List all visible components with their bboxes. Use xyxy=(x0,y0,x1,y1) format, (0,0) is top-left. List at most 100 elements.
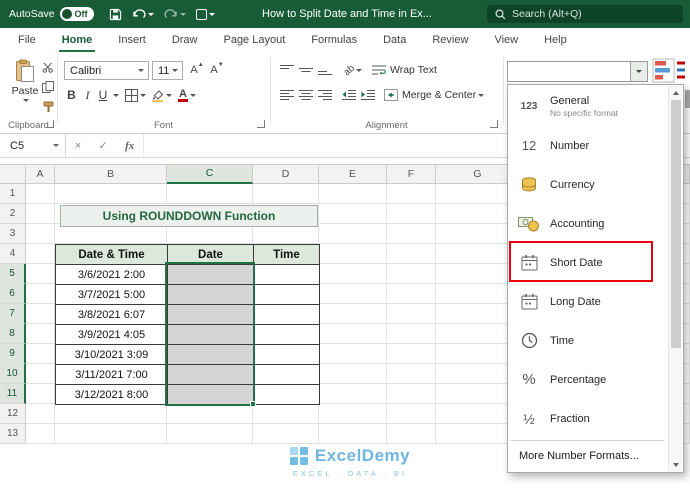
cut-button[interactable] xyxy=(42,62,54,76)
cell-a6[interactable] xyxy=(26,284,55,304)
row-header-13[interactable]: 13 xyxy=(0,424,26,444)
cell-c12[interactable] xyxy=(167,404,253,424)
cell-f1[interactable] xyxy=(387,184,436,204)
cell-f5[interactable] xyxy=(387,264,436,284)
cell-e10[interactable] xyxy=(319,364,387,384)
font-name-combo[interactable]: Calibri xyxy=(64,61,149,80)
column-header-e[interactable]: E xyxy=(319,165,387,184)
row-header-2[interactable]: 2 xyxy=(0,204,26,224)
cell-d12[interactable] xyxy=(253,404,319,424)
row-header-6[interactable]: 6 xyxy=(0,284,26,304)
cell-a2[interactable] xyxy=(26,204,55,224)
cell-d13[interactable] xyxy=(253,424,319,444)
table-cell-b5[interactable]: 3/6/2021 2:00 xyxy=(56,265,168,285)
cell-a13[interactable] xyxy=(26,424,55,444)
increase-font-size-button[interactable]: A▲ xyxy=(188,61,206,79)
scrollbar-thumb[interactable] xyxy=(671,100,681,348)
row-header-10[interactable]: 10 xyxy=(0,364,26,384)
cell-d1[interactable] xyxy=(253,184,319,204)
align-right-button[interactable] xyxy=(316,86,333,104)
cell-e11[interactable] xyxy=(319,384,387,404)
cell-e4[interactable] xyxy=(319,244,387,264)
column-header-d[interactable]: D xyxy=(253,165,319,184)
underline-button[interactable]: U xyxy=(96,86,110,104)
tab-review[interactable]: Review xyxy=(419,28,481,52)
table-cell-c11[interactable] xyxy=(168,385,254,405)
row-header-12[interactable]: 12 xyxy=(0,404,26,424)
cell-f13[interactable] xyxy=(387,424,436,444)
tab-file[interactable]: File xyxy=(5,28,49,52)
cancel-button[interactable]: × xyxy=(75,140,81,152)
cell-b1[interactable] xyxy=(55,184,167,204)
borders-button[interactable] xyxy=(124,86,146,104)
cell-a1[interactable] xyxy=(26,184,55,204)
row-header-3[interactable]: 3 xyxy=(0,224,26,244)
column-header-f[interactable]: F xyxy=(387,165,436,184)
wrap-text-button[interactable]: Wrap Text xyxy=(372,61,437,79)
column-header-c[interactable]: C xyxy=(167,165,253,184)
bold-button[interactable]: B xyxy=(64,86,79,104)
insert-function-button[interactable]: fx xyxy=(125,140,134,152)
cell-f8[interactable] xyxy=(387,324,436,344)
decrease-indent-button[interactable] xyxy=(340,86,357,104)
font-size-combo[interactable]: 11 xyxy=(152,61,183,80)
format-option-time[interactable]: Time xyxy=(508,321,667,360)
cell-a4[interactable] xyxy=(26,244,55,264)
enter-button[interactable]: ✓ xyxy=(99,139,108,152)
cell-b13[interactable] xyxy=(55,424,167,444)
redo-button[interactable] xyxy=(159,8,191,20)
table-cell-c6[interactable] xyxy=(168,285,254,305)
format-painter-button[interactable] xyxy=(43,101,54,116)
cell-a11[interactable] xyxy=(26,384,55,404)
select-all-corner[interactable] xyxy=(0,165,26,184)
cell-c1[interactable] xyxy=(167,184,253,204)
row-header-8[interactable]: 8 xyxy=(0,324,26,344)
middle-align-button[interactable] xyxy=(297,61,314,79)
table-cell-d11[interactable] xyxy=(254,385,320,405)
tab-insert[interactable]: Insert xyxy=(105,28,159,52)
cell-e9[interactable] xyxy=(319,344,387,364)
font-dialog-launcher[interactable] xyxy=(257,120,265,128)
clipboard-dialog-launcher[interactable] xyxy=(46,120,54,128)
bottom-align-button[interactable] xyxy=(316,61,333,79)
decrease-font-size-button[interactable]: A▼ xyxy=(208,61,226,79)
table-cell-d9[interactable] xyxy=(254,345,320,365)
scroll-up-button[interactable] xyxy=(669,86,682,99)
cell-f7[interactable] xyxy=(387,304,436,324)
tab-page-layout[interactable]: Page Layout xyxy=(210,28,298,52)
merge-center-button[interactable]: Merge & Center xyxy=(384,86,484,104)
dropdown-scrollbar[interactable] xyxy=(668,86,682,471)
search-box[interactable]: Search (Alt+Q) xyxy=(487,5,683,23)
tab-view[interactable]: View xyxy=(481,28,531,52)
tab-data[interactable]: Data xyxy=(370,28,419,52)
cell-e1[interactable] xyxy=(319,184,387,204)
table-header-date-time[interactable]: Date & Time xyxy=(56,245,168,265)
undo-button[interactable] xyxy=(127,8,159,20)
table-header-time[interactable]: Time xyxy=(254,245,320,265)
tab-home[interactable]: Home xyxy=(49,28,106,52)
row-header-5[interactable]: 5 xyxy=(0,264,26,284)
top-align-button[interactable] xyxy=(278,61,295,79)
table-cell-b10[interactable]: 3/11/2021 7:00 xyxy=(56,365,168,385)
table-cell-b11[interactable]: 3/12/2021 8:00 xyxy=(56,385,168,405)
table-cell-d7[interactable] xyxy=(254,305,320,325)
column-header-a[interactable]: A xyxy=(26,165,55,184)
format-option-long-date[interactable]: Long Date xyxy=(508,282,667,321)
tab-help[interactable]: Help xyxy=(531,28,580,52)
row-header-11[interactable]: 11 xyxy=(0,384,26,404)
format-option-short-date[interactable]: Short Date xyxy=(508,243,667,282)
format-option-accounting[interactable]: Accounting xyxy=(508,204,667,243)
orientation-button[interactable]: ab xyxy=(340,61,366,79)
format-option-general[interactable]: 123GeneralNo specific format xyxy=(508,87,667,126)
row-header-9[interactable]: 9 xyxy=(0,344,26,364)
cell-f12[interactable] xyxy=(387,404,436,424)
cell-e12[interactable] xyxy=(319,404,387,424)
cell-c13[interactable] xyxy=(167,424,253,444)
save-button[interactable] xyxy=(104,8,127,21)
table-cell-b7[interactable]: 3/8/2021 6:07 xyxy=(56,305,168,325)
table-header-date[interactable]: Date xyxy=(168,245,254,265)
format-option-percentage[interactable]: %Percentage xyxy=(508,360,667,399)
cell-e6[interactable] xyxy=(319,284,387,304)
cell-e13[interactable] xyxy=(319,424,387,444)
cell-c3[interactable] xyxy=(167,224,253,244)
